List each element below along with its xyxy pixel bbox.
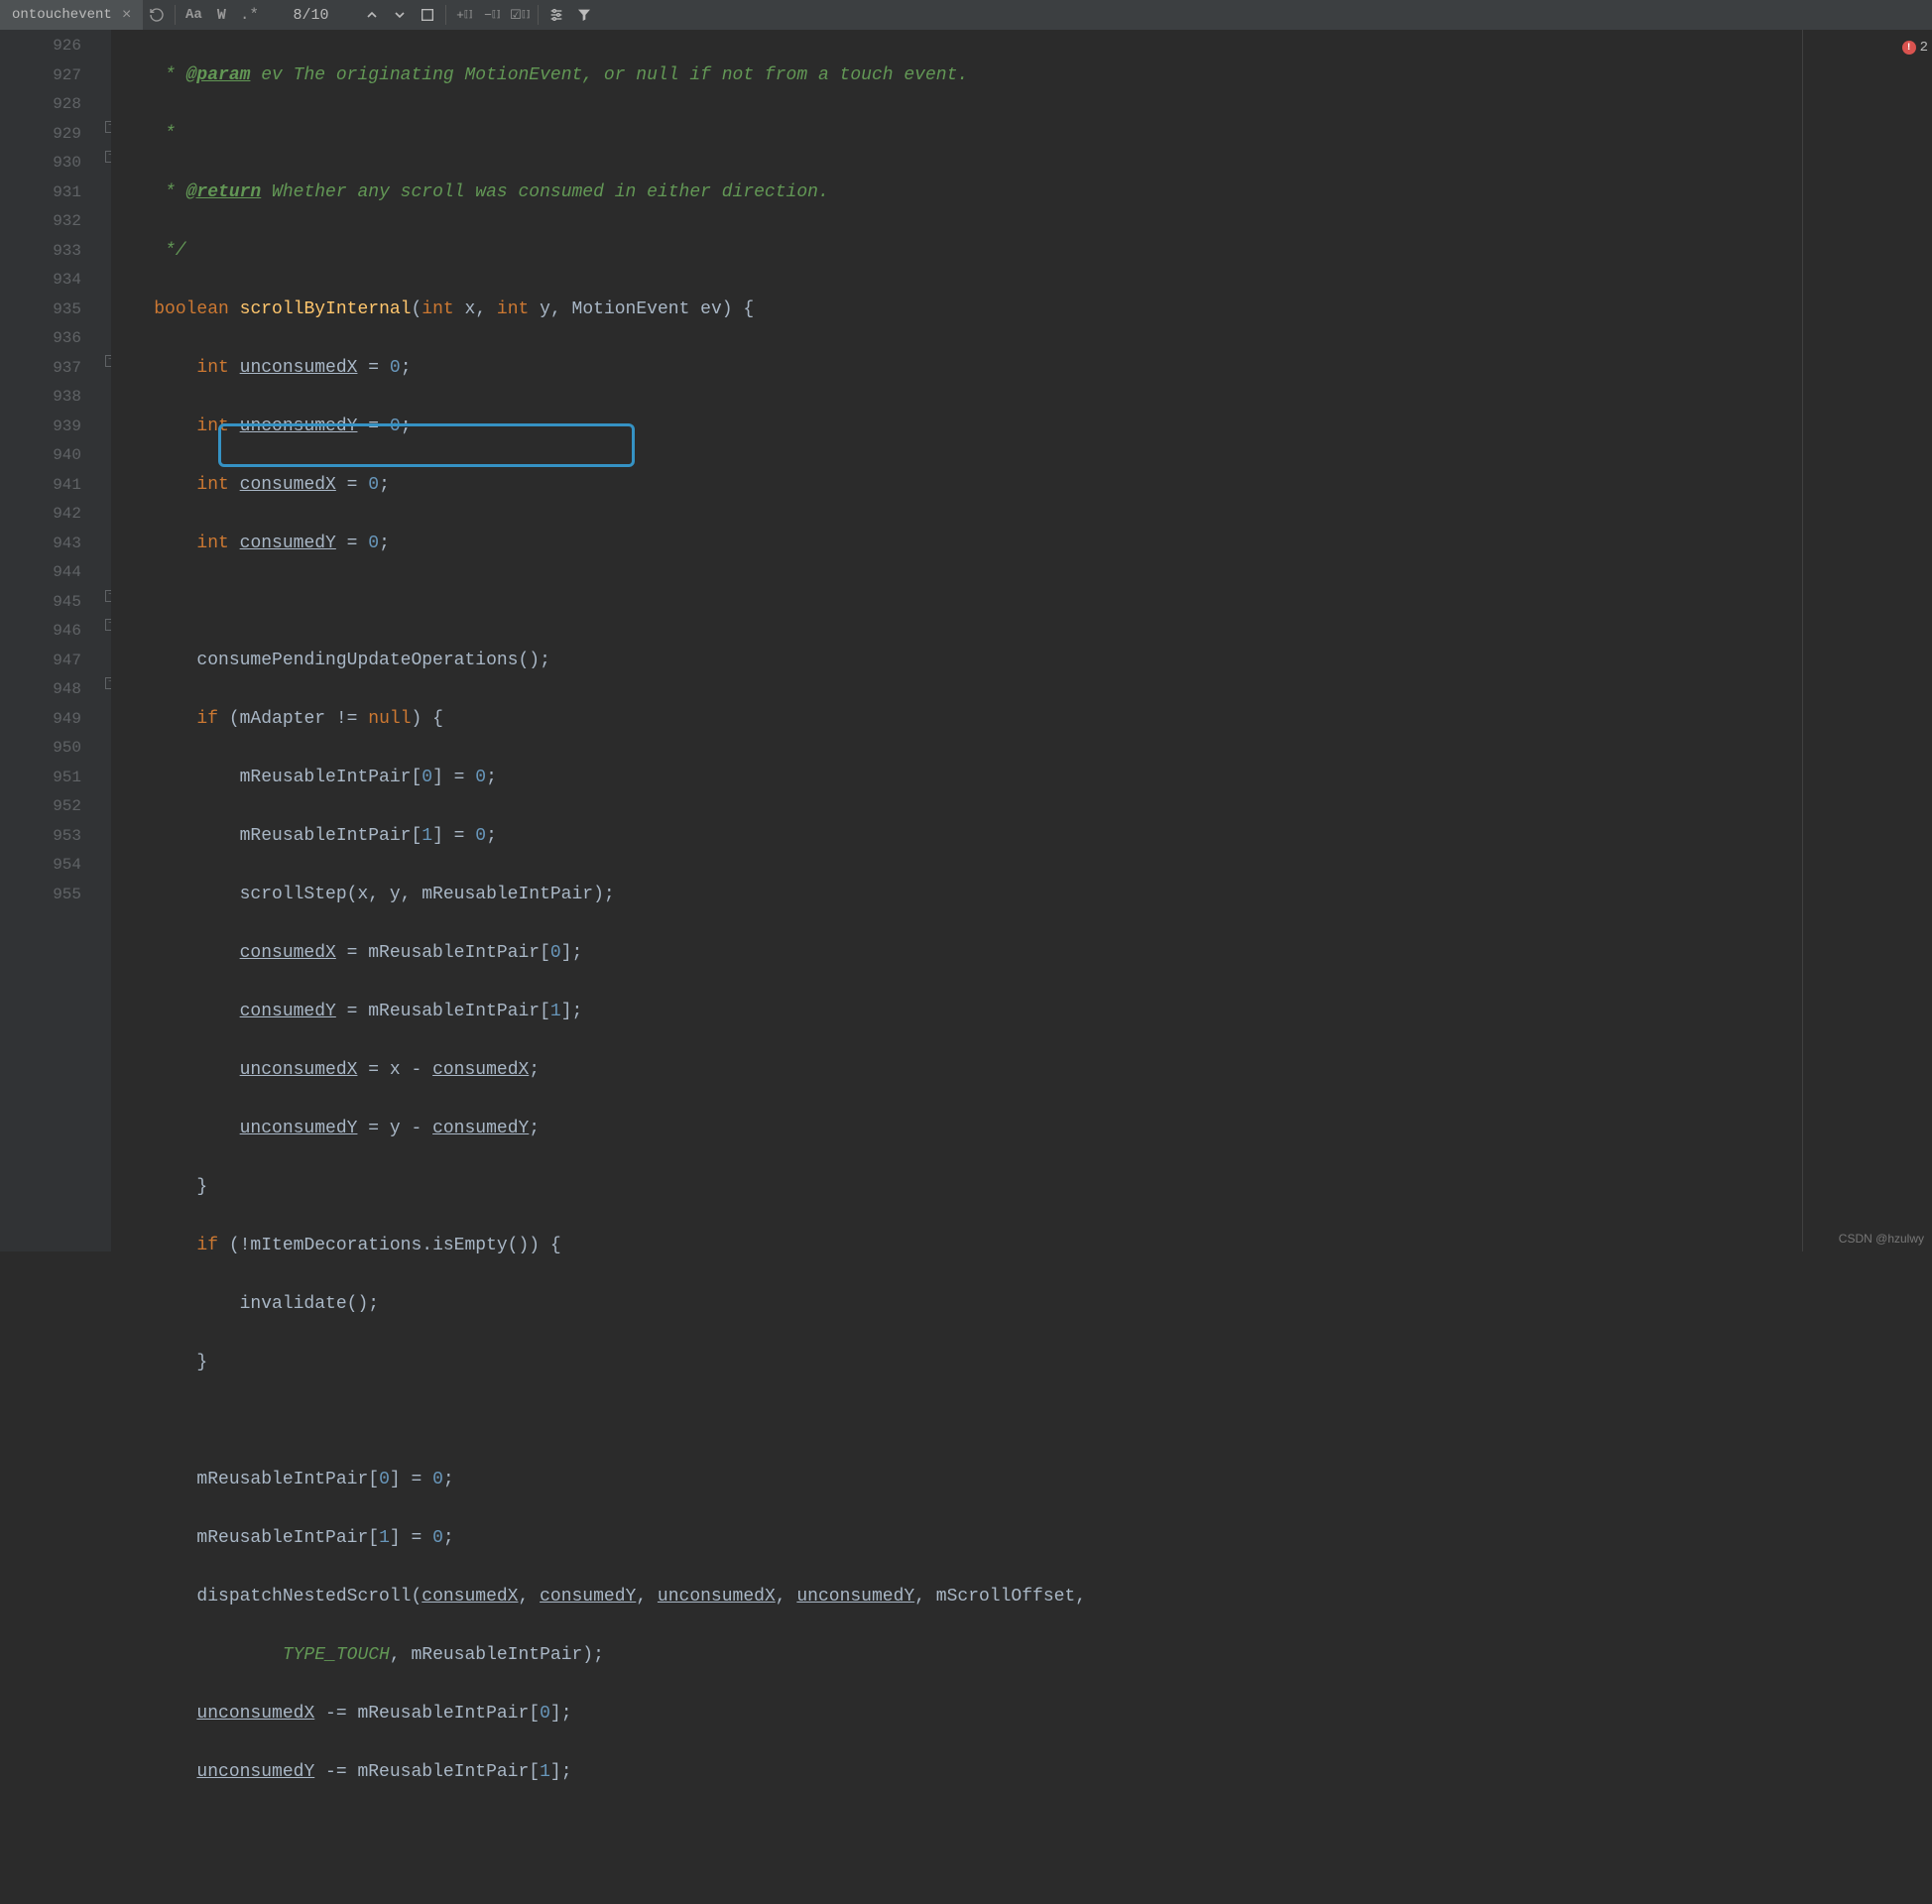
add-selection-icon[interactable]: +⟦⟧: [450, 1, 478, 29]
code-line: [111, 588, 1932, 618]
error-icon: !: [1902, 41, 1916, 55]
line-number: 951: [0, 764, 81, 793]
gutter: 926 927 928 929 930 931 932 933 934 935 …: [0, 30, 111, 1251]
filter-icon[interactable]: [570, 1, 598, 29]
line-number: 954: [0, 851, 81, 881]
line-number: 927: [0, 61, 81, 91]
code-line: */: [111, 237, 1932, 267]
editor[interactable]: 926 927 928 929 930 931 932 933 934 935 …: [0, 30, 1932, 1251]
line-number: 944: [0, 558, 81, 588]
code-line: }: [111, 1349, 1932, 1378]
right-margin: [1802, 30, 1803, 1251]
separator: [445, 5, 446, 25]
next-match-icon[interactable]: [386, 1, 414, 29]
code-line: consumedY = mReusableIntPair[1];: [111, 998, 1932, 1027]
code-line: if (mAdapter != null) {: [111, 705, 1932, 735]
code-line: unconsumedY = y - consumedY;: [111, 1115, 1932, 1144]
line-number: 929: [0, 120, 81, 150]
code-line: mReusableIntPair[1] = 0;: [111, 822, 1932, 852]
line-number: 952: [0, 792, 81, 822]
match-count: 8/10: [293, 7, 328, 24]
separator: [538, 5, 539, 25]
code-line: }: [111, 1173, 1932, 1203]
code-line: int consumedY = 0;: [111, 530, 1932, 559]
match-case-icon[interactable]: Aa: [180, 1, 207, 29]
line-number: 933: [0, 237, 81, 267]
line-number: 949: [0, 705, 81, 735]
code-line: unconsumedX = x - consumedX;: [111, 1056, 1932, 1086]
code-line: mReusableIntPair[0] = 0;: [111, 764, 1932, 793]
code-line: unconsumedX -= mReusableIntPair[0];: [111, 1700, 1932, 1729]
line-number: 938: [0, 383, 81, 413]
line-number: 932: [0, 207, 81, 237]
line-number: 943: [0, 530, 81, 559]
code-line: unconsumedY -= mReusableIntPair[1];: [111, 1758, 1932, 1788]
line-number: 930: [0, 149, 81, 178]
line-number: 926: [0, 32, 81, 61]
line-number: 935: [0, 296, 81, 325]
code-line: * @return Whether any scroll was consume…: [111, 178, 1932, 208]
line-number: 945: [0, 588, 81, 618]
code-line: TYPE_TOUCH, mReusableIntPair);: [111, 1641, 1932, 1671]
tab-label: ontouchevent: [12, 7, 112, 23]
line-number: 939: [0, 413, 81, 442]
code-line: dispatchNestedScroll(consumedX, consumed…: [111, 1583, 1932, 1612]
code-area[interactable]: * @param ev The originating MotionEvent,…: [111, 30, 1932, 1251]
code-line: mReusableIntPair[0] = 0;: [111, 1466, 1932, 1495]
select-all-icon[interactable]: [414, 1, 441, 29]
history-icon[interactable]: [143, 1, 171, 29]
line-number: 934: [0, 266, 81, 296]
code-line: if (!mItemDecorations.isEmpty()) {: [111, 1232, 1932, 1261]
select-all-occ-icon[interactable]: ☑⟦⟧: [506, 1, 534, 29]
code-line: int consumedX = 0;: [111, 471, 1932, 501]
code-line: *: [111, 120, 1932, 150]
error-count: 2: [1920, 40, 1928, 56]
remove-selection-icon[interactable]: −⟦⟧: [478, 1, 506, 29]
line-number: 937: [0, 354, 81, 384]
line-number: 928: [0, 90, 81, 120]
separator: [175, 5, 176, 25]
code-line: * @param ev The originating MotionEvent,…: [111, 61, 1932, 91]
words-icon[interactable]: W: [207, 1, 235, 29]
code-line: [111, 1407, 1932, 1437]
code-line: scrollStep(x, y, mReusableIntPair);: [111, 881, 1932, 910]
line-number: 942: [0, 500, 81, 530]
line-number: 931: [0, 178, 81, 208]
watermark: CSDN @hzulwy: [1839, 1232, 1924, 1246]
code-line: int unconsumedX = 0;: [111, 354, 1932, 384]
find-toolbar: ontouchevent × Aa W .* 8/10 +⟦⟧ −⟦⟧ ☑⟦⟧: [0, 0, 1932, 30]
code-line: consumedX = mReusableIntPair[0];: [111, 939, 1932, 969]
line-number: 940: [0, 441, 81, 471]
line-number: 936: [0, 324, 81, 354]
regex-icon[interactable]: .*: [235, 1, 263, 29]
settings-icon[interactable]: [543, 1, 570, 29]
line-number: 941: [0, 471, 81, 501]
line-number: 950: [0, 734, 81, 764]
code-line: mReusableIntPair[1] = 0;: [111, 1524, 1932, 1554]
code-line: int unconsumedY = 0;: [111, 413, 1932, 442]
close-icon[interactable]: ×: [122, 6, 132, 24]
code-line: boolean scrollByInternal(int x, int y, M…: [111, 296, 1932, 325]
search-tab[interactable]: ontouchevent ×: [0, 0, 143, 30]
error-badge[interactable]: ! 2: [1902, 40, 1928, 56]
line-number: 948: [0, 675, 81, 705]
line-number: 953: [0, 822, 81, 852]
line-number: 946: [0, 617, 81, 647]
prev-match-icon[interactable]: [358, 1, 386, 29]
code-line: consumePendingUpdateOperations();: [111, 647, 1932, 676]
code-line: invalidate();: [111, 1290, 1932, 1320]
line-number: 947: [0, 647, 81, 676]
line-number: 955: [0, 881, 81, 910]
